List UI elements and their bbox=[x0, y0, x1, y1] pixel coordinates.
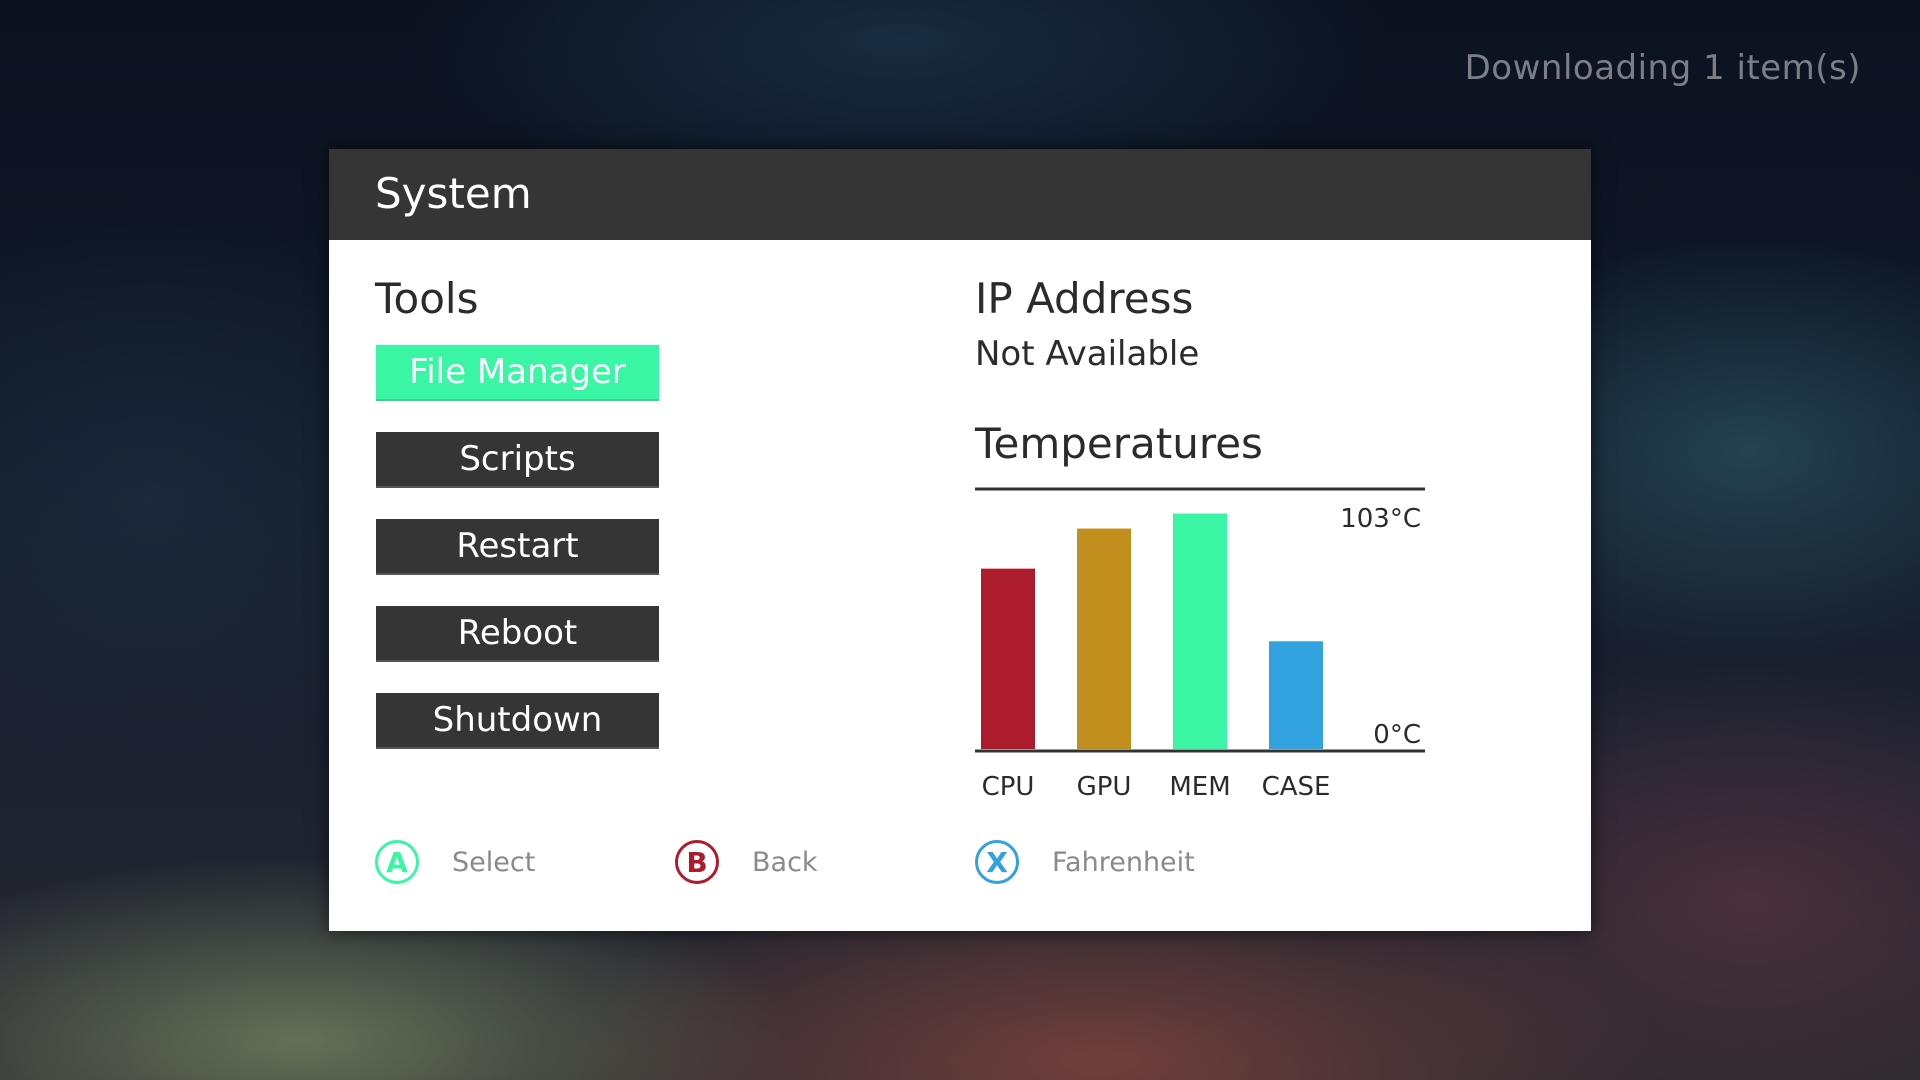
select-prompt[interactable]: A Select bbox=[375, 837, 535, 887]
x-button-icon: X bbox=[975, 840, 1019, 884]
fahrenheit-prompt-label: Fahrenheit bbox=[1052, 846, 1195, 878]
chart-bars bbox=[981, 513, 1323, 749]
label-mem: MEM bbox=[1169, 772, 1230, 802]
download-status: Downloading 1 item(s) bbox=[1464, 48, 1861, 88]
chart-category-labels: CPU GPU MEM CASE bbox=[982, 772, 1331, 802]
label-cpu: CPU bbox=[982, 772, 1035, 802]
bar-case bbox=[1269, 641, 1323, 749]
chart-min-label: 0°C bbox=[1373, 720, 1421, 750]
bar-gpu bbox=[1077, 528, 1131, 749]
dialog-title: System bbox=[375, 169, 532, 218]
temperatures-heading: Temperatures bbox=[975, 419, 1263, 468]
label-case: CASE bbox=[1262, 772, 1331, 802]
chart-max-label: 103°C bbox=[1340, 504, 1421, 534]
back-prompt[interactable]: B Back bbox=[675, 837, 818, 887]
temperature-chart-svg: 103°C 0°C CPU GPU MEM CASE bbox=[975, 487, 1425, 802]
bar-cpu bbox=[981, 568, 1035, 749]
b-button-icon: B bbox=[675, 840, 719, 884]
dialog-header: System bbox=[329, 149, 1591, 240]
fahrenheit-prompt[interactable]: X Fahrenheit bbox=[975, 837, 1195, 887]
scripts-button[interactable]: Scripts bbox=[376, 432, 659, 488]
restart-button[interactable]: Restart bbox=[376, 519, 659, 575]
bar-mem bbox=[1173, 513, 1227, 749]
system-dialog: System Tools File Manager Scripts Restar… bbox=[329, 149, 1591, 931]
ip-address-heading: IP Address bbox=[975, 274, 1194, 323]
tools-heading: Tools bbox=[375, 274, 479, 323]
select-prompt-label: Select bbox=[452, 846, 536, 878]
label-gpu: GPU bbox=[1077, 772, 1132, 802]
back-prompt-label: Back bbox=[752, 846, 818, 878]
file-manager-button[interactable]: File Manager bbox=[376, 345, 659, 401]
a-button-icon: A bbox=[375, 840, 419, 884]
reboot-button[interactable]: Reboot bbox=[376, 606, 659, 662]
ip-address-value: Not Available bbox=[975, 334, 1200, 374]
shutdown-button[interactable]: Shutdown bbox=[376, 693, 659, 749]
temperature-chart: 103°C 0°C CPU GPU MEM CASE bbox=[975, 487, 1425, 827]
